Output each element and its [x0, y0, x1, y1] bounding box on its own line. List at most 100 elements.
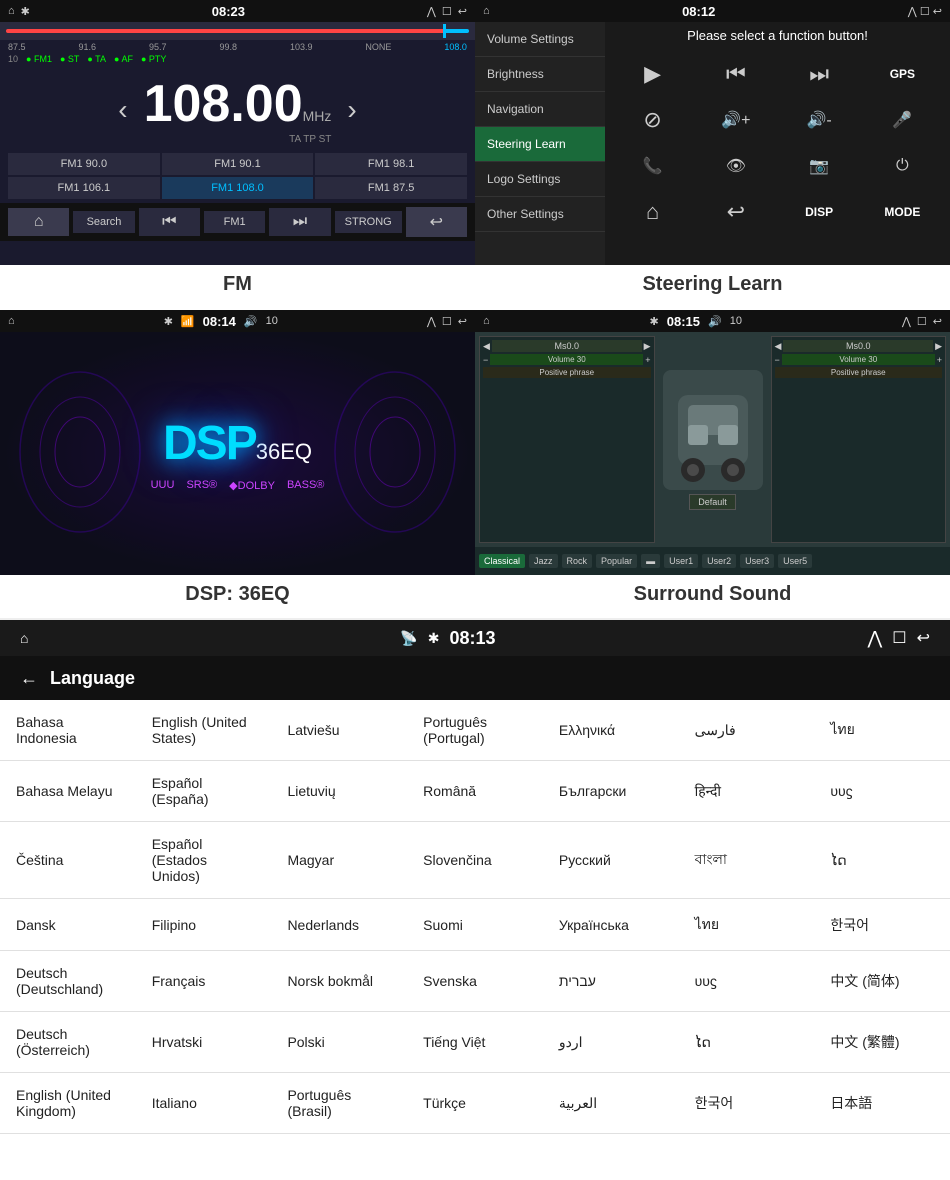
lang-cell-lithuanian[interactable]: Lietuvių [271, 769, 407, 813]
surround-tab-popular[interactable]: Popular [596, 554, 637, 568]
sidebar-item-other[interactable]: Other Settings [475, 197, 605, 232]
steering-voldown-icon[interactable]: 🔊- [782, 101, 857, 139]
surround-tab-user3[interactable]: User3 [740, 554, 774, 568]
fm-preset-4[interactable]: FM1 106.1 [8, 177, 160, 199]
steering-prev-icon[interactable]: ⏮ [698, 55, 773, 93]
lang-cell-german-de[interactable]: Deutsch (Deutschland) [0, 951, 136, 1011]
lang-cell-uu1[interactable]: υυϛ [814, 769, 950, 813]
lang-cell-spanish-us[interactable]: Español (Estados Unidos) [136, 822, 272, 898]
lang-cell-uu2[interactable]: υυϛ [679, 959, 815, 1003]
steering-next-icon[interactable]: ⏭ [782, 55, 857, 93]
sidebar-item-volume[interactable]: Volume Settings [475, 22, 605, 57]
sidebar-item-brightness[interactable]: Brightness [475, 57, 605, 92]
lang-cell-vietnamese[interactable]: Tiếng Việt [407, 1020, 543, 1064]
surround-tab-classical[interactable]: Classical [479, 554, 525, 568]
fm-fm1-button[interactable]: FM1 [204, 211, 265, 233]
lang-cell-portuguese-br[interactable]: Português (Brasil) [271, 1073, 407, 1133]
lang-cell-italian[interactable]: Italiano [136, 1081, 272, 1125]
lang-cell-norwegian[interactable]: Norsk bokmål [271, 959, 407, 1003]
steering-play-icon[interactable]: ▶ [615, 55, 690, 93]
lang-cell-thai[interactable]: ไทย [814, 705, 950, 755]
lang-cell-english-uk[interactable]: English (United Kingdom) [0, 1073, 136, 1133]
lang-cell-thai2[interactable]: ไทย [679, 900, 815, 950]
sidebar-item-steering[interactable]: Steering Learn [475, 127, 605, 162]
lang-cell-romanian[interactable]: Română [407, 769, 543, 813]
fm-preset-3[interactable]: FM1 98.1 [315, 153, 467, 175]
steering-back2-icon[interactable]: ↩ [698, 193, 773, 231]
sidebar-item-navigation[interactable]: Navigation [475, 92, 605, 127]
lang-cell-polish[interactable]: Polski [271, 1020, 407, 1064]
lang-cell-bahasa-indonesia[interactable]: Bahasa Indonesia [0, 700, 136, 760]
fm-search-button[interactable]: Search [73, 211, 134, 233]
lang-cell-danish[interactable]: Dansk [0, 903, 136, 947]
lang-cell-french[interactable]: Français [136, 959, 272, 1003]
steering-power-icon[interactable]: ⏻ [865, 147, 940, 185]
steering-mute-icon[interactable]: ⊘ [615, 101, 690, 139]
steering-camera-icon[interactable]: 📷 [782, 147, 857, 185]
lang-cell-hebrew[interactable]: עברית [543, 959, 679, 1003]
lang-cell-bulgarian[interactable]: Български [543, 769, 679, 813]
lang-cell-lao2[interactable]: ໄດ [679, 1020, 815, 1065]
steering-mic-icon[interactable]: 🎤 [865, 101, 940, 139]
lang-cell-russian[interactable]: Русский [543, 838, 679, 882]
surround-fr-minus[interactable]: − [775, 355, 780, 365]
lang-cell-filipino[interactable]: Filipino [136, 903, 272, 947]
lang-cell-ukrainian[interactable]: Українська [543, 903, 679, 947]
surround-fr-plus[interactable]: + [937, 355, 942, 365]
surround-tab-user1[interactable]: User1 [664, 554, 698, 568]
fm-preset-2[interactable]: FM1 90.1 [162, 153, 314, 175]
sidebar-item-logo[interactable]: Logo Settings [475, 162, 605, 197]
steering-phone-icon[interactable]: 📞 [615, 147, 690, 185]
fm-strong-button[interactable]: STRONG [335, 211, 402, 233]
surround-tab-user2[interactable]: User2 [702, 554, 736, 568]
surround-fr-prev[interactable]: ◀ [775, 341, 782, 352]
lang-cell-hindi[interactable]: हिन्दी [679, 768, 815, 815]
lang-cell-czech[interactable]: Čeština [0, 838, 136, 882]
fm-preset-1[interactable]: FM1 90.0 [8, 153, 160, 175]
surround-fl-minus[interactable]: − [483, 355, 488, 365]
surround-fr-next[interactable]: ▶ [935, 341, 942, 352]
surround-fl-prev[interactable]: ◀ [483, 341, 490, 352]
lang-cell-korean2[interactable]: 한국어 [679, 1079, 815, 1127]
lang-cell-farsi[interactable]: فارسی [679, 708, 815, 753]
lang-cell-arabic[interactable]: العربية [543, 1081, 679, 1126]
fm-prev-track-button[interactable]: ⏮ [139, 208, 200, 236]
lang-cell-swedish[interactable]: Svenska [407, 959, 543, 1003]
lang-cell-dutch[interactable]: Nederlands [271, 903, 407, 947]
lang-cell-urdu[interactable]: اردو [543, 1020, 679, 1065]
lang-cell-english-us[interactable]: English (United States) [136, 700, 272, 760]
steering-gps-label[interactable]: GPS [865, 55, 940, 93]
lang-cell-hungarian[interactable]: Magyar [271, 838, 407, 882]
steering-home2-icon[interactable]: ⌂ [615, 193, 690, 231]
surround-tab-user5[interactable]: User5 [778, 554, 812, 568]
surround-tab-rock[interactable]: Rock [562, 554, 593, 568]
fm-preset-6[interactable]: FM1 87.5 [315, 177, 467, 199]
lang-cell-portuguese-pt[interactable]: Português (Portugal) [407, 700, 543, 760]
surround-default-button[interactable]: Default [689, 494, 736, 510]
lang-cell-turkish[interactable]: Türkçe [407, 1081, 543, 1125]
steering-mode-label[interactable]: MODE [865, 193, 940, 231]
lang-cell-finnish[interactable]: Suomi [407, 903, 543, 947]
lang-cell-croatian[interactable]: Hrvatski [136, 1020, 272, 1064]
lang-cell-greek[interactable]: Ελληνικά [543, 708, 679, 752]
lang-cell-latviesu[interactable]: Latviešu [271, 708, 407, 752]
fm-preset-5[interactable]: FM1 108.0 [162, 177, 314, 199]
lang-cell-chinese-traditional[interactable]: 中文 (繁體) [814, 1018, 950, 1066]
surround-fl-next[interactable]: ▶ [644, 341, 651, 352]
lang-back-button[interactable]: ← [20, 668, 38, 689]
lang-cell-bahasa-melayu[interactable]: Bahasa Melayu [0, 769, 136, 813]
lang-cell-german-at[interactable]: Deutsch (Österreich) [0, 1012, 136, 1072]
lang-cell-slovenian[interactable]: Slovenčina [407, 838, 543, 882]
fm-frequency-bar[interactable] [0, 22, 475, 40]
fm-prev-button[interactable]: ‹ [118, 94, 127, 126]
steering-eye-icon[interactable]: 👁 [698, 147, 773, 185]
fm-back-button[interactable]: ↩ [406, 207, 467, 237]
lang-cell-lao[interactable]: ໄດ [814, 838, 950, 883]
steering-volup-icon[interactable]: 🔊+ [698, 101, 773, 139]
fm-next-track-button[interactable]: ⏭ [269, 208, 330, 236]
surround-fl-plus[interactable]: + [645, 355, 650, 365]
fm-next-button[interactable]: › [347, 94, 356, 126]
lang-cell-japanese[interactable]: 日本語 [814, 1079, 950, 1127]
lang-cell-chinese-simplified[interactable]: 中文 (简体) [814, 957, 950, 1005]
lang-cell-bengali[interactable]: বাংলা [679, 834, 815, 886]
